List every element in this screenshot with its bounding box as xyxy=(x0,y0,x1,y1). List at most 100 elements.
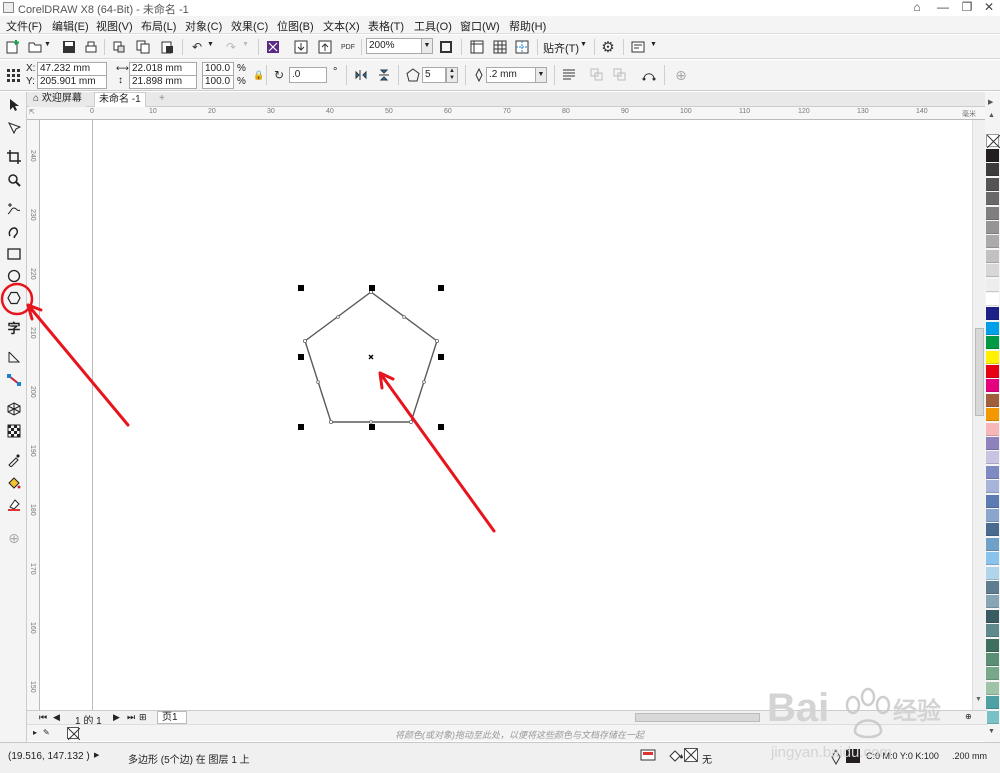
rectangle-tool-icon[interactable] xyxy=(4,245,24,263)
publish-pdf-icon[interactable]: PDF xyxy=(339,38,357,56)
color-swatch[interactable] xyxy=(986,336,999,350)
menu-layout[interactable]: 布局(L) xyxy=(141,18,176,34)
undo-icon[interactable]: ↶ xyxy=(188,38,206,56)
add-page-icon[interactable]: ⊞ xyxy=(139,712,147,723)
scroll-down-icon[interactable]: ▼ xyxy=(975,696,982,703)
menu-view[interactable]: 视图(V) xyxy=(96,18,133,34)
navigator-zoom-icon[interactable]: ⊕ xyxy=(965,712,972,721)
color-swatch[interactable] xyxy=(986,350,999,364)
new-tab-plus-icon[interactable]: + xyxy=(155,92,169,107)
color-proof-icon[interactable] xyxy=(640,748,656,764)
user-icon[interactable]: ⌂ xyxy=(906,0,928,16)
color-swatch[interactable] xyxy=(986,465,999,479)
show-rulers-icon[interactable] xyxy=(468,38,486,56)
color-swatch[interactable] xyxy=(986,264,999,278)
transparency-tool-icon[interactable] xyxy=(4,422,24,440)
menu-table[interactable]: 表格(T) xyxy=(368,18,404,34)
quick-customize-icon[interactable]: ⊕ xyxy=(4,529,24,547)
sides-spinner-icon[interactable]: ▲ ▼ xyxy=(446,67,458,83)
outline-width-field[interactable]: .2 mm xyxy=(486,67,536,83)
no-color-swatch[interactable] xyxy=(986,134,1000,148)
interactive-effects-tool-icon[interactable] xyxy=(4,400,24,418)
snap-to-label[interactable]: 贴齐(T) xyxy=(543,40,579,56)
color-swatch[interactable] xyxy=(986,221,999,234)
menu-effects[interactable]: 效果(C) xyxy=(231,18,268,34)
tab-document[interactable]: 未命名 -1 xyxy=(94,92,146,107)
vertical-scroll-thumb[interactable] xyxy=(975,328,984,416)
crop-tool-icon[interactable] xyxy=(4,148,24,166)
open-dropdown-icon[interactable]: ▼ xyxy=(44,41,51,48)
menu-object[interactable]: 对象(C) xyxy=(185,18,222,34)
selection-handle-top-right[interactable] xyxy=(438,285,444,291)
status-expand-icon[interactable]: ▶ xyxy=(94,751,99,759)
menu-edit[interactable]: 编辑(E) xyxy=(52,18,89,34)
pick-tool-icon[interactable] xyxy=(4,96,24,114)
selection-handle-top-left[interactable] xyxy=(298,285,304,291)
to-front-icon[interactable] xyxy=(588,66,606,84)
launcher-dropdown-icon[interactable]: ▼ xyxy=(650,41,657,48)
open-folder-icon[interactable] xyxy=(26,38,44,56)
color-swatch[interactable] xyxy=(986,609,999,623)
polygon-tool-icon[interactable] xyxy=(4,289,24,307)
color-swatch[interactable] xyxy=(986,163,999,177)
snap-dropdown-icon[interactable]: ▼ xyxy=(580,41,587,48)
object-height-field[interactable]: 21.898 mm xyxy=(129,75,197,89)
menu-window[interactable]: 窗口(W) xyxy=(460,18,500,34)
polygon-sides-field[interactable]: 5 xyxy=(422,67,446,83)
horizontal-scroll-thumb[interactable] xyxy=(635,713,760,722)
interactive-fill-tool-icon[interactable] xyxy=(4,474,24,492)
color-swatch[interactable] xyxy=(986,523,999,537)
color-swatch[interactable] xyxy=(986,393,999,407)
y-position-field[interactable]: 205.901 mm xyxy=(37,75,107,89)
color-swatch[interactable] xyxy=(986,408,999,422)
color-swatch[interactable] xyxy=(986,537,999,551)
color-swatch[interactable] xyxy=(986,379,999,393)
menu-file[interactable]: 文件(F) xyxy=(6,18,42,34)
redo-icon[interactable]: ↷ xyxy=(222,38,240,56)
previous-page-icon[interactable]: ◀ xyxy=(53,712,60,723)
show-guidelines-icon[interactable] xyxy=(513,38,531,56)
tab-welcome-screen[interactable]: ⌂ 欢迎屏幕 xyxy=(29,92,86,107)
zoom-tool-icon[interactable] xyxy=(4,171,24,189)
first-page-icon[interactable]: ⏮ xyxy=(39,712,47,723)
minimize-button[interactable]: — xyxy=(932,0,954,16)
convert-to-curves-icon[interactable] xyxy=(640,66,658,84)
menu-text[interactable]: 文本(X) xyxy=(323,18,360,34)
selection-handle-bottom[interactable] xyxy=(369,424,375,430)
undo-dropdown-icon[interactable]: ▼ xyxy=(207,41,214,48)
doc-palette-no-color-icon[interactable] xyxy=(67,727,80,740)
show-grid-icon[interactable] xyxy=(491,38,509,56)
color-swatch[interactable] xyxy=(986,595,999,609)
color-swatch[interactable] xyxy=(986,667,999,681)
mirror-vertical-icon[interactable] xyxy=(375,66,393,84)
color-swatch[interactable] xyxy=(986,293,999,306)
menu-help[interactable]: 帮助(H) xyxy=(509,18,546,34)
selection-handle-right[interactable] xyxy=(438,354,444,360)
selection-handle-bottom-right[interactable] xyxy=(438,424,444,430)
color-swatch[interactable] xyxy=(986,494,999,508)
selection-handle-bottom-left[interactable] xyxy=(298,424,304,430)
freehand-tool-icon[interactable] xyxy=(4,200,24,218)
smart-fill-tool-icon[interactable] xyxy=(4,496,24,514)
shape-tool-icon[interactable] xyxy=(4,119,24,137)
x-position-field[interactable]: 47.232 mm xyxy=(37,62,107,76)
ruler-corner-icon[interactable]: ⇱ xyxy=(29,108,35,116)
color-swatch[interactable] xyxy=(986,365,999,378)
selection-handle-top[interactable] xyxy=(369,285,375,291)
next-page-icon[interactable]: ▶ xyxy=(113,712,120,723)
ellipse-tool-icon[interactable] xyxy=(4,267,24,285)
palette-expand-icon[interactable]: ▶ xyxy=(988,98,993,106)
color-swatch[interactable] xyxy=(986,249,999,263)
text-wrap-icon[interactable] xyxy=(560,66,578,84)
color-swatch[interactable] xyxy=(986,278,999,292)
page-tab[interactable]: 页1 xyxy=(157,711,187,724)
parallel-dimension-tool-icon[interactable] xyxy=(4,348,24,366)
color-swatch[interactable] xyxy=(986,451,999,465)
color-swatch[interactable] xyxy=(986,437,999,450)
restore-button[interactable]: ❐ xyxy=(956,0,978,16)
color-swatch[interactable] xyxy=(986,177,999,191)
new-document-icon[interactable] xyxy=(4,38,22,56)
color-swatch[interactable] xyxy=(986,206,999,220)
menu-tools[interactable]: 工具(O) xyxy=(414,18,452,34)
palette-scroll-down-icon[interactable]: ▼ xyxy=(988,728,995,735)
